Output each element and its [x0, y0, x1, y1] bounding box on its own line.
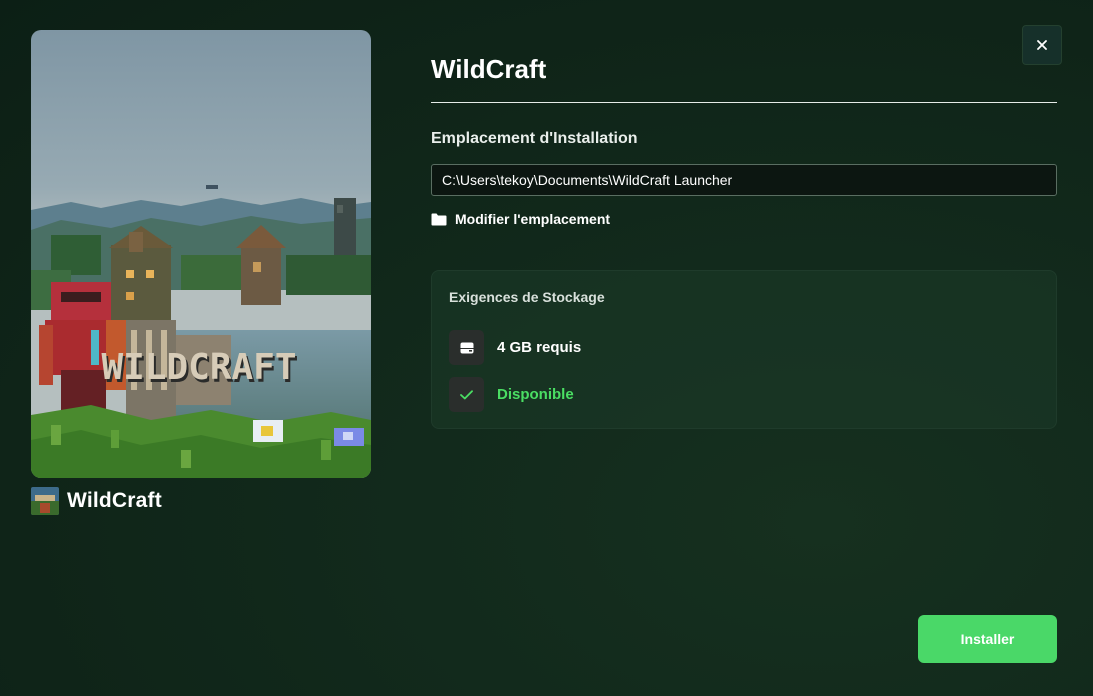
storage-title: Exigences de Stockage	[449, 289, 605, 305]
dialog-title: WildCraft	[431, 54, 547, 84]
storage-required-row: 4 GB requis	[449, 330, 581, 365]
storage-required-label: 4 GB requis	[497, 339, 582, 356]
cover-logo: WILDCRAFT	[101, 347, 296, 388]
install-button[interactable]: Installer	[918, 615, 1057, 663]
change-location-label: Modifier l'emplacement	[455, 211, 611, 227]
install-path-input[interactable]	[431, 164, 1057, 196]
close-button[interactable]	[1022, 25, 1062, 65]
game-thumbnail	[31, 487, 59, 515]
storage-status-label: Disponible	[497, 386, 574, 403]
storage-status-row: Disponible	[449, 377, 574, 412]
install-location-label: Emplacement d'Installation	[431, 130, 638, 147]
folder-icon	[431, 213, 447, 225]
storage-requirements-card: Exigences de Stockage 4 GB requis Dispon…	[431, 270, 1057, 429]
game-name: WildCraft	[67, 489, 162, 512]
hard-drive-icon	[449, 330, 484, 365]
check-icon	[449, 377, 484, 412]
change-location-button[interactable]: Modifier l'emplacement	[431, 211, 610, 227]
game-cover-image: WILDCRAFT WILDCRAFT	[31, 30, 371, 478]
game-label: WildCraft	[31, 487, 162, 515]
title-divider	[431, 102, 1057, 103]
close-icon	[1037, 40, 1047, 50]
